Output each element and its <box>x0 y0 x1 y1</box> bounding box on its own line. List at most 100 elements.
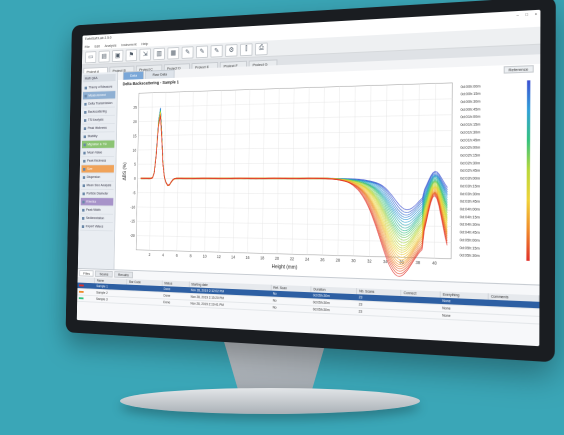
cell-name: Sample 3 <box>94 296 126 304</box>
item-icon <box>84 127 86 130</box>
sidebar-item-label: Backscattering <box>88 110 107 114</box>
legend-entry: 0d:00h:45m <box>461 107 481 112</box>
tab-data[interactable]: Data <box>123 71 145 80</box>
x-tick-label: 26 <box>320 258 324 262</box>
y-tick-label: 0 <box>134 177 136 181</box>
tab-raw-data[interactable]: Raw Data <box>145 69 175 79</box>
tab-files[interactable]: Files <box>79 270 94 277</box>
bookmark-icon[interactable]: ⚑ <box>126 49 138 61</box>
sidebar-item[interactable]: Dispersion <box>81 173 114 181</box>
close-button[interactable]: × <box>535 11 538 16</box>
export-icon[interactable]: ⇲ <box>139 48 151 61</box>
x-tick-label: 2 <box>149 253 151 257</box>
x-tick-label: 24 <box>305 257 309 261</box>
legend-entry: 0d:03h:15m <box>460 184 480 189</box>
maximize-button[interactable]: □ <box>525 11 528 16</box>
y-tick-label: 5 <box>134 163 136 167</box>
item-icon <box>82 225 84 228</box>
cell-scans: 23 <box>357 308 402 317</box>
tab-scans[interactable]: Scans <box>95 270 112 277</box>
sidebar-item[interactable]: Particle Diameter <box>81 190 114 198</box>
report-icon[interactable]: ▦ <box>167 46 179 59</box>
sidebar-item-label: Mean Value <box>87 151 102 155</box>
x-tick-label: 28 <box>336 258 340 263</box>
minimize-button[interactable]: – <box>516 12 518 17</box>
settings-icon[interactable]: ⚙ <box>225 44 237 57</box>
document-icon[interactable]: ▥ <box>153 47 165 60</box>
legend-entry: 0d:00h:30m <box>461 99 481 104</box>
x-tick-label: 10 <box>203 255 207 259</box>
delta-backscattering-chart[interactable]: 2 4 6 8 10 12 14 16 18 20 22 24 26 28 30 32 34 36 38 402520… <box>118 73 538 283</box>
sidebar-item-label: Dispersion <box>87 175 100 179</box>
sidebar-header: Multi Q&A <box>83 74 116 83</box>
sidebar-item-label: Particle Diameter <box>86 192 108 196</box>
edit-icon[interactable]: ✎ <box>182 46 194 59</box>
new-icon[interactable]: ▭ <box>85 51 96 63</box>
item-icon <box>83 176 85 179</box>
y-tick-label: 10 <box>133 148 137 152</box>
sidebar-item[interactable]: Size <box>81 165 114 173</box>
save-icon[interactable]: ▣ <box>112 49 123 61</box>
legend-entry: 0d:05h:30m <box>460 253 480 258</box>
pin-icon[interactable]: ⫿ <box>240 43 253 56</box>
item-icon <box>83 168 85 171</box>
sidebar-item-label: Peak Width <box>86 208 101 212</box>
sidebar-item-label: Delta Transmission <box>88 101 112 105</box>
sidebar-item-label: Stability <box>88 134 98 138</box>
tab-results[interactable]: Results <box>114 271 133 278</box>
sidebar-item-label: Mean Size Analysis <box>87 183 112 187</box>
legend-entry: 0d:02h:15m <box>460 153 480 158</box>
sidebar-item-label: Size <box>87 167 93 171</box>
main-panel: Data Raw Data Delta Backscattering - Sam… <box>114 54 540 285</box>
legend-entry: 0d:01h:45m <box>460 138 480 143</box>
cell-duration: 0d:05h:30m <box>311 306 357 315</box>
legend-entry: 0d:00h:15m <box>461 92 481 97</box>
item-icon <box>83 184 85 187</box>
sidebar-item-label: Migration & TSI <box>87 142 107 146</box>
menu-edit[interactable]: Edit <box>94 44 100 49</box>
x-tick-label: 30 <box>351 259 355 264</box>
x-tick-label: 32 <box>367 259 371 264</box>
legend-entry: 0d:03h:30m <box>460 192 480 197</box>
open-folder-icon[interactable]: ▤ <box>98 50 109 62</box>
series-color-swatch <box>79 297 84 299</box>
edit-icon[interactable]: ✎ <box>210 44 222 57</box>
y-tick-label: -15 <box>130 220 135 224</box>
x-axis-label: Height (mm) <box>272 264 298 271</box>
cell-ref: No <box>271 304 311 313</box>
y-axis-label: ΔBS (%) <box>122 162 128 181</box>
print-icon[interactable]: ⎙ <box>255 42 268 55</box>
menu-help[interactable]: Help <box>141 41 148 46</box>
sidebar-item[interactable]: Mean Size Analysis <box>81 182 114 190</box>
item-icon <box>83 143 85 146</box>
legend-entry: 0d:05h:00m <box>460 238 480 243</box>
x-tick-label: 16 <box>246 256 250 260</box>
item-icon <box>84 119 86 122</box>
legend-entry: 0d:01h:00m <box>460 115 480 120</box>
x-tick-label: 8 <box>190 254 192 258</box>
sidebar-item[interactable]: Peak thickness <box>81 157 114 165</box>
workspace: Multi Q&A Theory of Measure Measurement De… <box>78 54 540 285</box>
row-color-cell <box>77 295 94 302</box>
sidebar-item-label: Peak thickness <box>87 159 106 163</box>
menu-analysis[interactable]: Analysis <box>105 43 117 48</box>
cell-connect <box>401 310 440 319</box>
y-tick-label: 25 <box>133 106 137 110</box>
menu-file[interactable]: File <box>85 44 90 49</box>
plot-frame <box>136 83 452 259</box>
edit-icon[interactable]: ✎ <box>196 45 208 58</box>
legend-entry: 0d:04h:00m <box>460 207 480 212</box>
legend-entry: 0d:02h:30m <box>460 161 480 166</box>
y-tick-label: -5 <box>133 191 136 195</box>
y-tick-label: -10 <box>130 205 135 209</box>
item-icon <box>85 86 87 89</box>
y-tick-label: 20 <box>133 120 137 124</box>
chart-area: 2 4 6 8 10 12 14 16 18 20 22 24 26 28 30 32 34 36 38 40 25 20… <box>118 73 538 283</box>
menu-instrument[interactable]: Instrument <box>121 42 136 47</box>
sidebar-item[interactable]: Mean Value <box>82 149 115 158</box>
reference-button[interactable]: Reference <box>503 65 534 74</box>
cell-all: None <box>440 312 488 322</box>
legend-entry: 0d:01h:15m <box>460 122 480 127</box>
legend-entry: 0d:03h:45m <box>460 199 480 204</box>
sidebar-item[interactable]: Export Values <box>80 222 113 231</box>
